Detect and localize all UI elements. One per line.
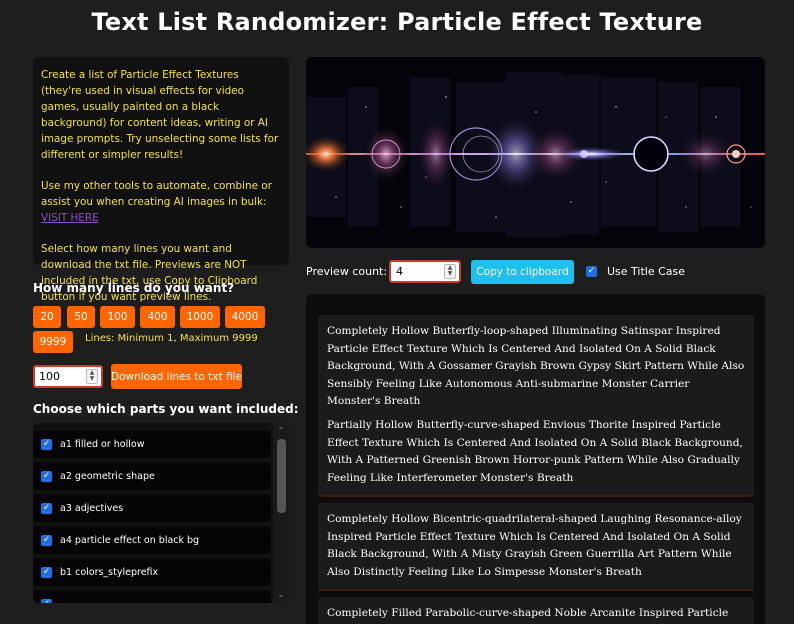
part-item-a1[interactable]: ✓ a1 filled or hollow xyxy=(33,431,271,458)
intro-panel: Create a list of Particle Effect Texture… xyxy=(33,57,289,303)
intro-paragraph-2: Use my other tools to automate, combine … xyxy=(41,178,281,226)
result-line: Completely Filled Parabolic-curve-shaped… xyxy=(318,597,754,624)
part-item-label: a3 adjectives xyxy=(60,503,124,514)
checkmark-icon[interactable]: ✓ xyxy=(41,471,52,482)
number-stepper-icon[interactable]: ▲ ▼ xyxy=(86,369,98,384)
part-item-a3[interactable]: ✓ a3 adjectives xyxy=(33,495,271,522)
preview-count-value: 4 xyxy=(396,265,403,278)
checkmark-icon[interactable]: ✓ xyxy=(41,567,52,578)
part-item-label: b1 colors_styleprefix xyxy=(60,567,159,578)
title-case-checkbox[interactable]: ✓ xyxy=(586,266,597,277)
result-line: Partially Hollow Butterfly-curve-shaped … xyxy=(318,409,754,497)
intro-paragraph-2-text: Use my other tools to automate, combine … xyxy=(41,180,272,208)
preset-50-button[interactable]: 50 xyxy=(67,306,95,328)
checkmark-icon[interactable]: ✓ xyxy=(41,503,52,514)
part-item-label: a4 particle effect on black bg xyxy=(60,535,200,546)
copy-to-clipboard-button[interactable]: Copy to clipboard xyxy=(471,260,574,284)
particle-effect-hero-image xyxy=(306,57,765,248)
result-line: Completely Hollow Bicentric-quadrilatera… xyxy=(318,503,754,591)
checkmark-icon[interactable]: ✓ xyxy=(41,599,52,603)
preset-400-button[interactable]: 400 xyxy=(140,306,175,328)
lines-count-input[interactable]: 100 ▲ ▼ xyxy=(33,365,103,388)
visit-here-link[interactable]: VISIT HERE xyxy=(41,212,99,224)
intro-paragraph-3: Select how many lines you want and downl… xyxy=(41,243,258,303)
preset-1000-button[interactable]: 1000 xyxy=(180,306,220,328)
download-txt-button[interactable]: Download lines to txt file xyxy=(111,364,242,389)
lines-limits-text: Lines: Minimum 1, Maximum 9999 xyxy=(85,333,258,344)
checkmark-icon[interactable]: ✓ xyxy=(41,439,52,450)
part-item-a2[interactable]: ✓ a2 geometric shape xyxy=(33,463,271,490)
parts-label: Choose which parts you want included: xyxy=(33,402,299,416)
part-item-b2[interactable]: ✓ xyxy=(33,591,271,603)
lines-count-value: 100 xyxy=(39,370,60,383)
part-item-b1[interactable]: ✓ b1 colors_styleprefix xyxy=(33,559,271,586)
preset-20-button[interactable]: 20 xyxy=(33,306,61,328)
number-stepper-icon[interactable]: ▲ ▼ xyxy=(444,264,456,279)
parts-list: ✓ a1 filled or hollow ✓ a2 geometric sha… xyxy=(33,423,289,603)
parts-scrollbar[interactable]: ⌃ ⌄ xyxy=(273,423,289,603)
page-title: Text List Randomizer: Particle Effect Te… xyxy=(91,8,703,36)
title-case-label: Use Title Case xyxy=(607,265,686,278)
part-item-a4[interactable]: ✓ a4 particle effect on black bg xyxy=(33,527,271,554)
scroll-up-arrow-icon[interactable]: ⌃ xyxy=(273,425,289,437)
intro-paragraph-1: Create a list of Particle Effect Texture… xyxy=(41,69,279,161)
scroll-down-arrow-icon[interactable]: ⌄ xyxy=(273,589,289,601)
lines-count-label: How many lines do you want? xyxy=(33,281,235,295)
preview-count-input[interactable]: 4 ▲ ▼ xyxy=(389,260,461,283)
checkmark-icon[interactable]: ✓ xyxy=(41,535,52,546)
part-item-label: a1 filled or hollow xyxy=(60,439,145,450)
scrollbar-thumb[interactable] xyxy=(277,439,286,513)
preset-4000-button[interactable]: 4000 xyxy=(225,306,265,328)
part-item-label: a2 geometric shape xyxy=(60,471,155,482)
preset-100-button[interactable]: 100 xyxy=(100,306,135,328)
preset-9999-button[interactable]: 9999 xyxy=(33,331,73,353)
preview-results-panel: Completely Hollow Butterfly-loop-shaped … xyxy=(306,294,765,624)
result-line: Completely Hollow Butterfly-loop-shaped … xyxy=(318,315,754,421)
preview-count-label: Preview count: xyxy=(306,265,388,278)
